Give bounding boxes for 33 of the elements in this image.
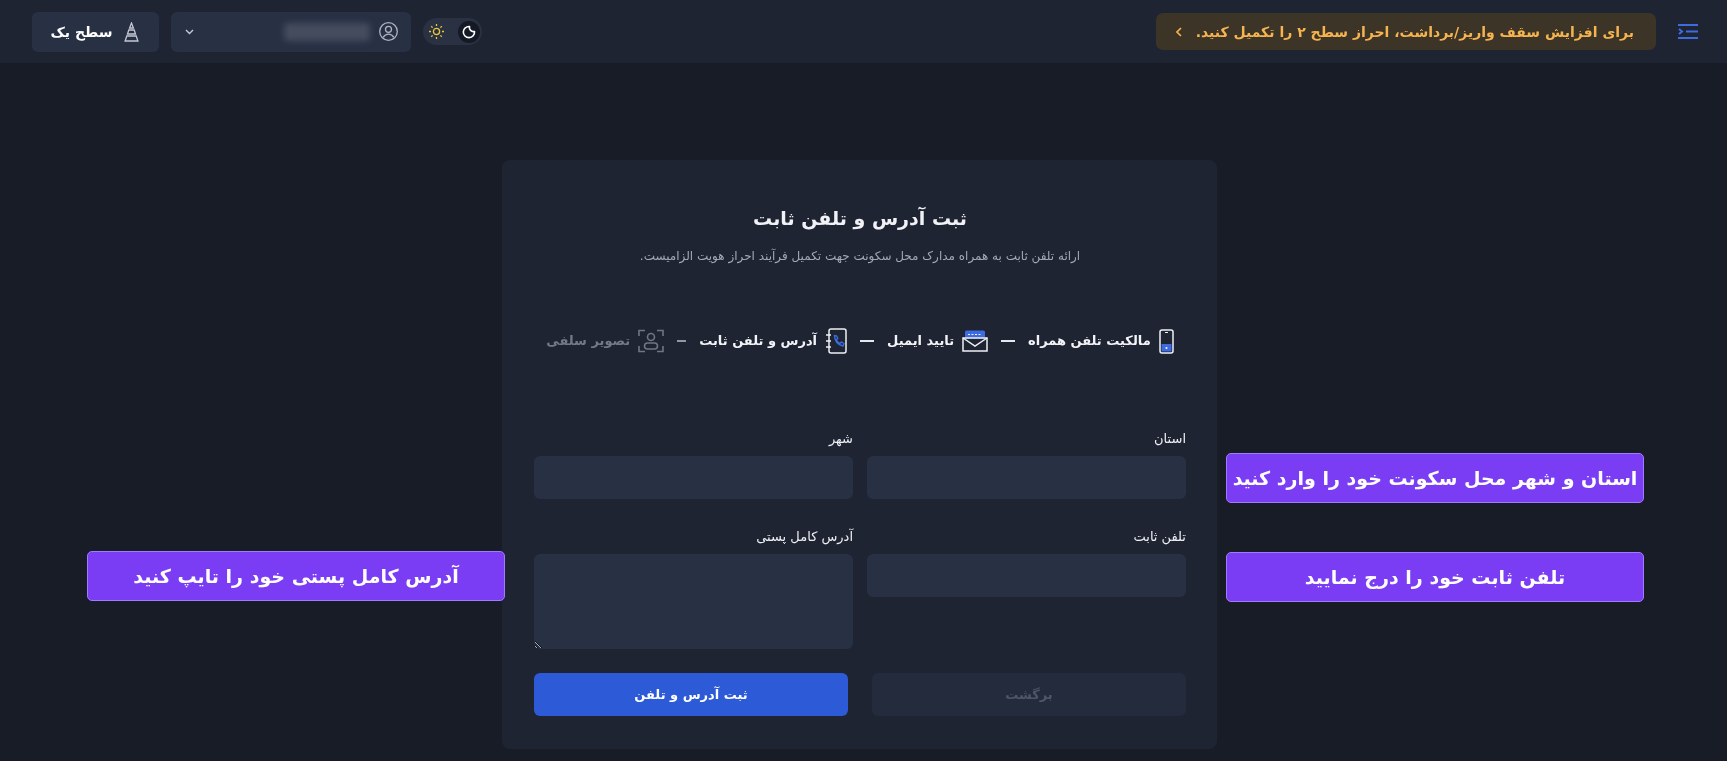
field-label: شهر	[828, 430, 853, 448]
step-label: آدرس و تلفن ثابت	[699, 332, 818, 350]
textarea-field[interactable]	[534, 554, 853, 649]
moon-icon[interactable]	[458, 20, 480, 43]
sun-icon[interactable]	[429, 24, 444, 39]
field-label: استان	[1154, 430, 1186, 448]
contact-book-icon	[825, 328, 848, 354]
card-title: ثبت آدرس و تلفن ثابت	[753, 206, 967, 232]
card-subtitle: ارائه تلفن ثابت به همراه مدارک محل سکونت جهت تکمیل فرآیند احراز هویت الزامیست.	[639, 247, 1081, 265]
person-frame-icon	[638, 329, 665, 353]
step-label: تصویر سلفی	[546, 332, 631, 350]
verification-notice-link[interactable]: برای افزایش سقف واریز/برداشت، احراز سطح ۲ را تکمیل کنید.	[1155, 13, 1656, 50]
field-label: تلفن ثابت	[1133, 528, 1186, 546]
step-label: مالکیت تلفن همراه	[1028, 332, 1151, 350]
step-connector	[860, 340, 875, 342]
chevron-down-icon	[185, 28, 194, 35]
mobile-phone-icon	[1158, 328, 1174, 354]
pyramid-icon	[123, 21, 141, 42]
step-connector	[677, 340, 687, 342]
annotation-callout: استان و شهر محل سکونت خود را وارد کنید	[1226, 453, 1644, 503]
submit-button[interactable]: ثبت آدرس و تلفن	[534, 673, 848, 716]
field-label: آدرس کامل پستی	[756, 528, 853, 546]
chevron-left-icon	[1175, 26, 1182, 37]
menu-icon[interactable]	[1678, 24, 1698, 39]
annotation-callout: تلفن ثابت خود را درج نمایید	[1226, 552, 1644, 602]
user-circle-icon	[379, 22, 398, 41]
annotation-callout: آدرس کامل پستی خود را تایپ کنید	[87, 551, 505, 601]
envelope-icon	[962, 330, 989, 352]
level-button[interactable]: سطح یک	[32, 11, 159, 52]
step-label: تایید ایمیل	[887, 332, 955, 350]
account-dropdown[interactable]	[171, 11, 411, 52]
theme-toggle[interactable]	[423, 18, 482, 45]
step-connector	[1001, 340, 1016, 342]
